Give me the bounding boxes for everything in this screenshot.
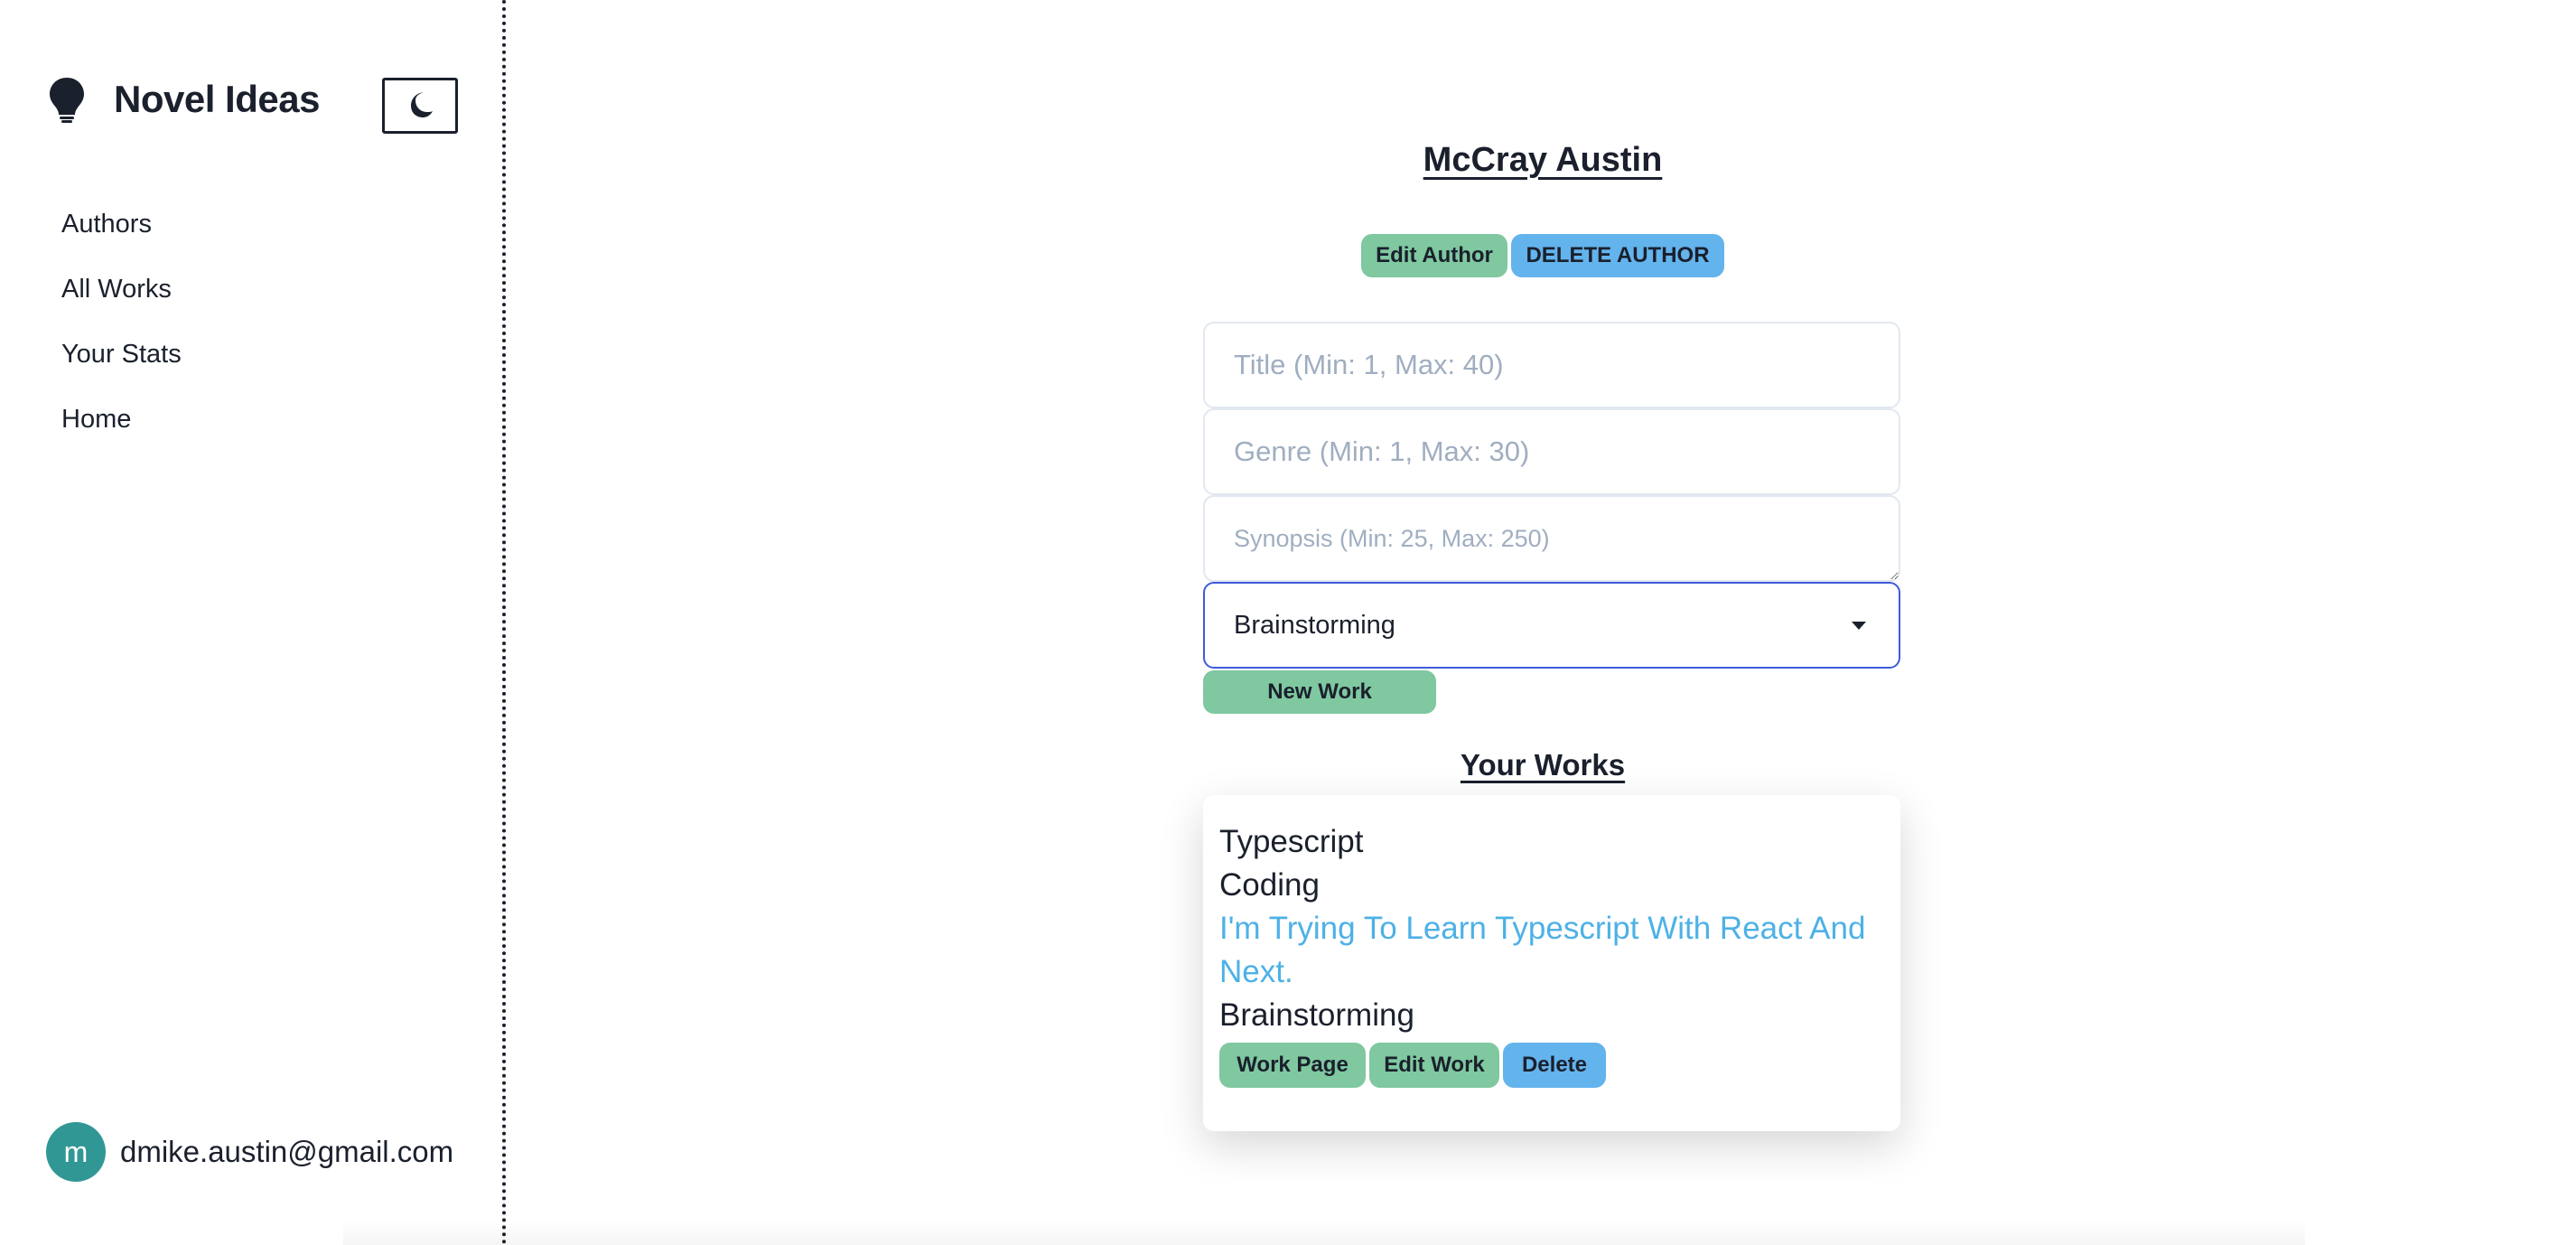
author-name: McCray Austin: [1423, 141, 1663, 179]
user-email: dmike.austin@gmail.com: [120, 1135, 454, 1168]
title-input[interactable]: [1203, 322, 1900, 408]
work-genre: Coding: [1219, 867, 1320, 903]
brand-title: Novel Ideas: [114, 78, 320, 120]
work-status: Brainstorming: [1219, 997, 1414, 1033]
new-work-button[interactable]: New Work: [1203, 670, 1436, 714]
work-synopsis: I'm Trying To Learn Typescript With Reac…: [1219, 911, 1866, 989]
nav-item-authors[interactable]: Authors: [61, 192, 182, 257]
brand[interactable]: Novel Ideas: [47, 76, 320, 123]
user-profile[interactable]: m dmike.austin@gmail.com: [46, 1122, 453, 1182]
synopsis-textarea[interactable]: [1203, 495, 1900, 582]
delete-author-button[interactable]: DELETE AUTHOR: [1511, 234, 1724, 277]
app-root: Novel Ideas Authors All Works Your Stats…: [0, 0, 2576, 1245]
new-work-form: Brainstorming New Work: [1203, 322, 1900, 714]
avatar[interactable]: m: [46, 1122, 106, 1182]
genre-input[interactable]: [1203, 408, 1900, 495]
main-content: McCray Austin Edit Author DELETE AUTHOR …: [509, 0, 2576, 1245]
sidebar: Novel Ideas Authors All Works Your Stats…: [0, 0, 506, 1245]
edit-work-button[interactable]: Edit Work: [1369, 1043, 1499, 1088]
status-select[interactable]: Brainstorming: [1203, 582, 1900, 669]
status-select-value: Brainstorming: [1234, 610, 1395, 640]
work-page-button[interactable]: Work Page: [1219, 1043, 1366, 1088]
lightbulb-icon: [47, 76, 87, 123]
sidebar-nav: Authors All Works Your Stats Home: [61, 192, 182, 452]
nav-item-home[interactable]: Home: [61, 387, 182, 452]
works-heading: Your Works: [1460, 748, 1626, 782]
delete-work-button[interactable]: Delete: [1503, 1043, 1606, 1088]
author-actions: Edit Author DELETE AUTHOR: [509, 234, 2576, 277]
chevron-down-icon: [1852, 622, 1866, 630]
moon-icon: [406, 90, 434, 122]
nav-item-your-stats[interactable]: Your Stats: [61, 322, 182, 387]
theme-toggle-button[interactable]: [382, 78, 458, 134]
work-title: Typescript: [1219, 824, 1364, 859]
bottom-divider-shadow: [343, 1220, 2305, 1245]
work-actions: Work Page Edit Work Delete: [1219, 1043, 1884, 1088]
edit-author-button[interactable]: Edit Author: [1361, 234, 1507, 277]
work-card: Typescript Coding I'm Trying To Learn Ty…: [1203, 795, 1900, 1131]
nav-item-all-works[interactable]: All Works: [61, 257, 182, 322]
